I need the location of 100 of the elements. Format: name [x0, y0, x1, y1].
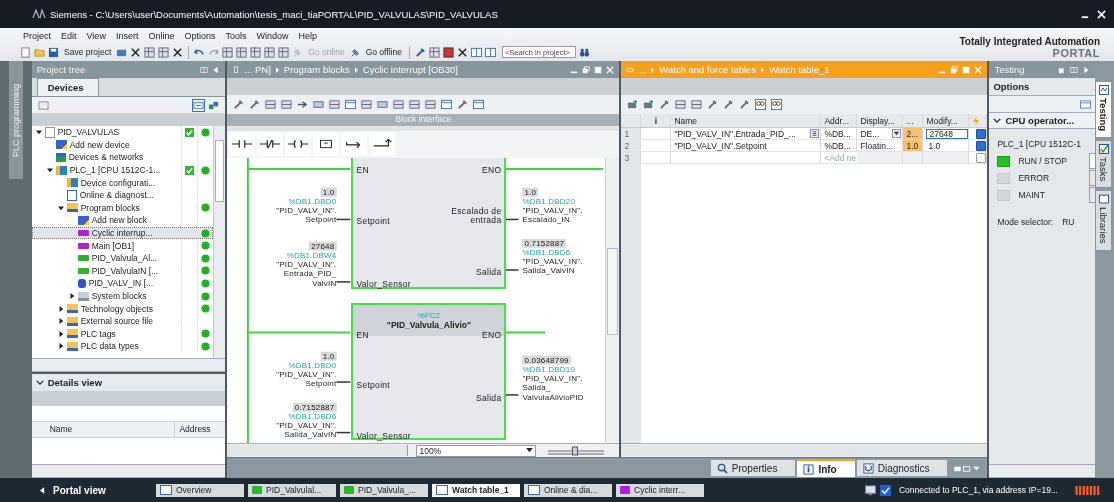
- taskbar-item[interactable]: Overview: [156, 483, 244, 497]
- expanded-arrow-icon[interactable]: [46, 167, 53, 174]
- column-header[interactable]: i: [641, 114, 672, 127]
- tree-item[interactable]: PID_ValvulaIN [...: [31, 264, 214, 278]
- taskbar-item[interactable]: Online & dia...: [524, 483, 612, 497]
- operand-tag[interactable]: "PID_VALV_IN". Entrada_PID_ ValvIN: [276, 259, 337, 288]
- add-icon[interactable]: [627, 99, 639, 110]
- instruction-button[interactable]: [313, 132, 340, 157]
- tree-item[interactable]: PID_Valvula_Al...: [31, 251, 214, 265]
- column-header[interactable]: Modify...: [923, 114, 970, 127]
- vertical-scrollbar[interactable]: [605, 157, 620, 444]
- maximize-icon[interactable]: [594, 65, 603, 74]
- zoom-dropdown[interactable]: 100%: [416, 444, 537, 457]
- side-tab[interactable]: Tasks: [1095, 140, 1113, 189]
- instruction-button[interactable]: [257, 132, 284, 157]
- mode-button[interactable]: [1089, 170, 1096, 186]
- taskbar-item[interactable]: PID_Valvula_...: [340, 483, 428, 497]
- tool-icon[interactable]: [414, 46, 426, 58]
- taskbar-item[interactable]: Cyclic interr...: [616, 483, 704, 497]
- horizontal-scrollbar[interactable]: [989, 464, 1096, 478]
- monitor-icon[interactable]: [865, 484, 876, 496]
- tree-item[interactable]: Cyclic interrup...: [31, 226, 214, 240]
- collapsed-arrow-icon[interactable]: [68, 293, 75, 299]
- split-view-icon[interactable]: [200, 65, 209, 74]
- column-header[interactable]: Address: [175, 422, 226, 437]
- collapsed-arrow-icon[interactable]: [57, 330, 64, 337]
- horizontal-scrollbar[interactable]: [621, 445, 988, 456]
- side-tab[interactable]: Testing: [1095, 81, 1113, 139]
- floppy-icon[interactable]: [48, 46, 59, 58]
- table-row[interactable]: 3 <Add ne: [621, 152, 988, 164]
- tree-item[interactable]: PLC_1 [CPU 1512C-1...: [31, 163, 214, 177]
- network-icon[interactable]: [208, 99, 220, 111]
- function-block[interactable]: EN Setpoint Valor_Sensor ENO Escalado de entrada Salida: [351, 157, 507, 289]
- operand-tag[interactable]: "PID_VALV_IN". Salida_ValvIN: [522, 257, 583, 276]
- section-header[interactable]: CPU operator...: [989, 112, 1096, 129]
- horizontal-scrollbar[interactable]: [31, 464, 226, 478]
- menu-item[interactable]: View: [86, 30, 106, 41]
- expanded-arrow-icon[interactable]: [35, 129, 42, 136]
- chevron-down-icon[interactable]: [35, 379, 44, 386]
- tree-item[interactable]: System blocks: [31, 289, 214, 303]
- tool-icon[interactable]: [659, 99, 671, 110]
- list-view-icon[interactable]: [192, 98, 206, 112]
- instruction-button[interactable]: [341, 132, 368, 157]
- dropdown-arrow-icon[interactable]: [892, 129, 902, 138]
- collapsed-arrow-icon[interactable]: [57, 305, 64, 312]
- add-icon[interactable]: [643, 99, 655, 110]
- vertical-scrollbar[interactable]: [213, 126, 226, 358]
- inspector-tab[interactable]: Info: [797, 459, 855, 477]
- tree-item[interactable]: PID_VALVULAS: [31, 126, 214, 139]
- checkbox[interactable]: [976, 152, 987, 163]
- tool-icon[interactable]: [707, 99, 719, 110]
- tree-item[interactable]: Program blocks: [31, 201, 214, 215]
- side-tab[interactable]: Libraries: [1095, 190, 1113, 251]
- expanded-arrow-icon[interactable]: [57, 204, 64, 211]
- save-project-button[interactable]: Save project: [62, 47, 114, 57]
- modify-value-field[interactable]: 1.0: [926, 140, 969, 151]
- pin-icon[interactable]: [232, 65, 241, 74]
- tree-item[interactable]: PLC data types: [31, 340, 214, 353]
- menu-item[interactable]: Options: [184, 30, 216, 41]
- taskbar-item[interactable]: Watch table_1: [432, 483, 520, 497]
- checkbox[interactable]: [976, 140, 987, 151]
- portal-view-button[interactable]: Portal view: [40, 484, 152, 496]
- page-icon[interactable]: [20, 46, 31, 58]
- mode-button[interactable]: [1089, 153, 1096, 169]
- operand-tag[interactable]: "PID_VALV_IN". Salida_ValvIN: [276, 421, 337, 440]
- operand-tag[interactable]: "PID_VALV_IN". Setpoint: [276, 206, 337, 225]
- tree-item[interactable]: Online & diagnost...: [31, 188, 214, 202]
- collapsed-arrow-icon[interactable]: [57, 318, 64, 325]
- collapsed-arrow-icon[interactable]: [57, 343, 64, 350]
- tree-item[interactable]: Add new device: [31, 138, 214, 152]
- modify-value-field[interactable]: 27648: [926, 128, 969, 139]
- instruction-button[interactable]: [229, 132, 256, 157]
- horizontal-scrollbar[interactable]: [31, 358, 226, 372]
- zoom-slider[interactable]: [546, 445, 607, 456]
- menu-item[interactable]: Window: [256, 30, 289, 41]
- binoculars-icon[interactable]: [578, 46, 590, 58]
- column-header[interactable]: Addr...: [821, 114, 858, 127]
- operand-tag[interactable]: "PID_VALV_IN". Setpoint: [276, 370, 337, 389]
- column-header[interactable]: Name: [671, 114, 822, 127]
- tool-icon[interactable]: [739, 99, 751, 110]
- menu-item[interactable]: Insert: [115, 30, 139, 41]
- details-view-header[interactable]: Details view: [31, 372, 226, 391]
- expand-icon[interactable]: [1082, 65, 1091, 74]
- tool-icon[interactable]: [723, 99, 735, 110]
- operand-tag[interactable]: "PID_VALV_IN". Salida_ ValvulaAlivioPID: [522, 373, 584, 402]
- plug-icon[interactable]: [349, 46, 361, 58]
- operand-tag[interactable]: "PID_VALV_IN". Escalado_IN: [522, 206, 583, 225]
- menu-item[interactable]: Project: [23, 30, 51, 41]
- collapse-icon[interactable]: [212, 65, 221, 74]
- panel-controls-icon[interactable]: [953, 463, 982, 473]
- list-icon[interactable]: [810, 129, 820, 138]
- close-icon[interactable]: [456, 46, 468, 58]
- tree-item[interactable]: PID_VALV_IN [...: [31, 277, 214, 290]
- tree-item[interactable]: Device configurati...: [31, 176, 214, 189]
- inspector-tab[interactable]: Properties: [710, 460, 796, 476]
- column-header[interactable]: ...: [903, 114, 924, 127]
- inspector-tab[interactable]: Diagnostics: [856, 460, 948, 476]
- column-header[interactable]: Name: [45, 422, 176, 437]
- menu-item[interactable]: Online: [148, 30, 175, 41]
- close-icon[interactable]: [172, 46, 184, 58]
